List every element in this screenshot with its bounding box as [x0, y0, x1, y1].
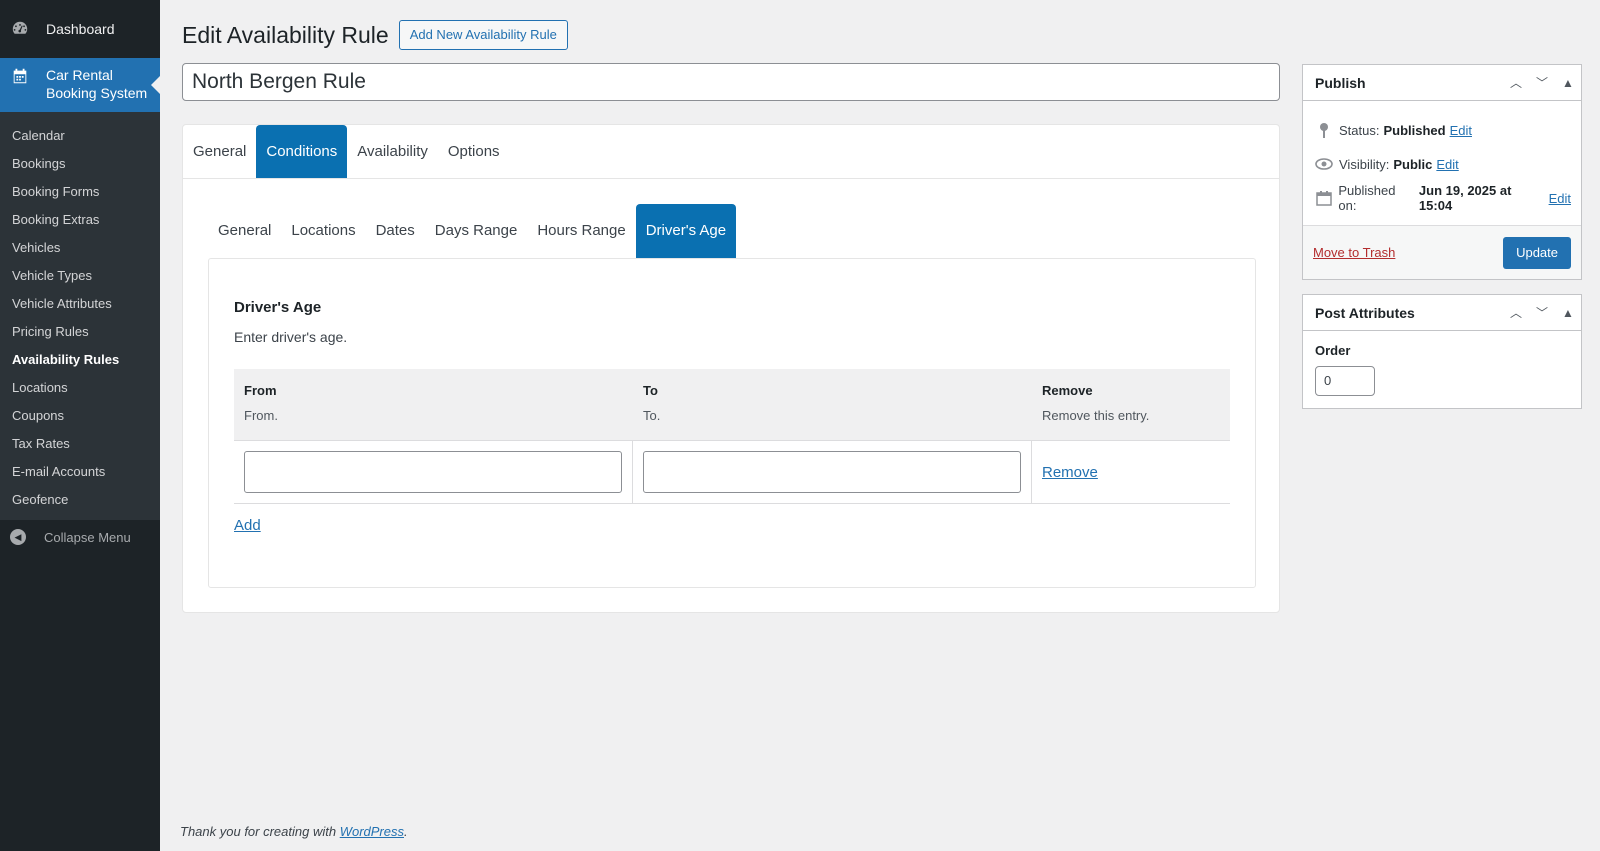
toggle-panel-icon[interactable]: ▲: [1555, 76, 1581, 90]
add-entry-link[interactable]: Add: [234, 517, 261, 534]
sidebar-item-dashboard[interactable]: Dashboard: [0, 0, 160, 58]
sidebar-item-locations[interactable]: Locations: [0, 374, 160, 402]
status-value: Published: [1383, 122, 1446, 138]
collapse-menu-button[interactable]: ◀ Collapse Menu: [0, 520, 160, 554]
publish-box-title: Publish: [1315, 74, 1366, 91]
sidebar-item-vehicle-attributes[interactable]: Vehicle Attributes: [0, 290, 160, 318]
drivers-age-section: Driver's Age Enter driver's age. From Fr…: [208, 258, 1256, 588]
sidebar-item-tax-rates[interactable]: Tax Rates: [0, 430, 160, 458]
sidebar-item-booking-extras[interactable]: Booking Extras: [0, 206, 160, 234]
page-title: Edit Availability Rule: [182, 21, 389, 48]
update-button[interactable]: Update: [1503, 236, 1571, 269]
post-attributes-title: Post Attributes: [1315, 304, 1415, 321]
tab-options[interactable]: Options: [438, 125, 510, 178]
sidebar-item-bookings[interactable]: Bookings: [0, 150, 160, 178]
table-header: From From. To To. Remove Remove this ent…: [234, 369, 1230, 441]
sidebar-item-availability-rules[interactable]: Availability Rules: [0, 346, 160, 374]
sidebar-item-calendar[interactable]: Calendar: [0, 122, 160, 150]
table-row: Remove: [234, 441, 1230, 504]
tab-general[interactable]: General: [183, 125, 256, 178]
visibility-value: Public: [1393, 156, 1433, 172]
move-to-trash-link[interactable]: Move to Trash: [1313, 245, 1395, 260]
column-to: To To.: [643, 383, 661, 423]
dashboard-icon: [10, 19, 30, 39]
main-tabs: General Conditions Availability Options: [183, 125, 1279, 179]
order-input[interactable]: 0: [1315, 366, 1375, 396]
move-up-icon[interactable]: ︿: [1503, 304, 1529, 321]
column-from: From From.: [244, 383, 278, 423]
sidebar-item-coupons[interactable]: Coupons: [0, 402, 160, 430]
move-up-icon[interactable]: ︿: [1503, 74, 1529, 91]
sidebar-item-booking-forms[interactable]: Booking Forms: [0, 178, 160, 206]
page-header: Edit Availability Rule Add New Availabil…: [182, 20, 568, 50]
admin-footer: Thank you for creating with WordPress.: [180, 824, 408, 839]
sidebar-item-label: Car Rental Booking System: [46, 67, 148, 101]
visibility-row: Visibility: Public Edit: [1313, 147, 1571, 181]
post-title-input[interactable]: North Bergen Rule: [182, 63, 1280, 101]
rule-settings-panel: General Conditions Availability Options …: [182, 124, 1280, 613]
from-age-input[interactable]: [244, 451, 622, 493]
remove-entry-link[interactable]: Remove: [1042, 464, 1098, 481]
move-down-icon[interactable]: ﹀: [1529, 304, 1555, 321]
main-content: Edit Availability Rule Add New Availabil…: [160, 0, 1600, 851]
column-remove: Remove Remove this entry.: [1042, 383, 1150, 423]
wordpress-link[interactable]: WordPress: [340, 824, 404, 839]
calendar-icon: [1313, 190, 1334, 206]
sidebar-item-email-accounts[interactable]: E-mail Accounts: [0, 458, 160, 486]
post-attributes-box: Post Attributes ︿ ﹀ ▲ Order 0: [1302, 294, 1582, 409]
sidebar-item-label: Dashboard: [46, 21, 115, 37]
to-age-input[interactable]: [643, 451, 1021, 493]
tab-conditions[interactable]: Conditions: [256, 125, 348, 178]
move-down-icon[interactable]: ﹀: [1529, 74, 1555, 91]
edit-visibility-link[interactable]: Edit: [1436, 157, 1458, 172]
add-new-rule-button[interactable]: Add New Availability Rule: [398, 20, 568, 50]
sidebar-item-pricing-rules[interactable]: Pricing Rules: [0, 318, 160, 346]
section-title: Driver's Age: [234, 299, 322, 316]
toggle-panel-icon[interactable]: ▲: [1555, 306, 1581, 320]
sidebar-item-car-rental[interactable]: Car Rental Booking System: [0, 58, 160, 112]
admin-sidebar: Dashboard Car Rental Booking System Cale…: [0, 0, 160, 851]
subtab-days-range[interactable]: Days Range: [425, 204, 528, 258]
age-range-table: From From. To To. Remove Remove this ent…: [234, 369, 1230, 504]
collapse-arrow-icon: ◀: [10, 529, 26, 545]
sidebar-item-vehicles[interactable]: Vehicles: [0, 234, 160, 262]
sidebar-submenu: Calendar Bookings Booking Forms Booking …: [0, 112, 160, 520]
published-date: Jun 19, 2025 at 15:04: [1418, 183, 1512, 213]
eye-icon: [1313, 158, 1335, 170]
edit-status-link[interactable]: Edit: [1450, 123, 1472, 138]
published-on-row: Published on: Jun 19, 2025 at 15:04 Edit: [1313, 181, 1571, 215]
sidebar-item-vehicle-types[interactable]: Vehicle Types: [0, 262, 160, 290]
subtab-hours-range[interactable]: Hours Range: [527, 204, 635, 258]
subtab-general[interactable]: General: [208, 204, 281, 258]
subtab-locations[interactable]: Locations: [281, 204, 365, 258]
order-label: Order: [1315, 343, 1351, 358]
edit-date-link[interactable]: Edit: [1549, 191, 1571, 206]
publish-box: Publish ︿ ﹀ ▲ Status: Published Edit Vis…: [1302, 64, 1582, 280]
condition-tabs: General Locations Dates Days Range Hours…: [208, 204, 737, 258]
status-row: Status: Published Edit: [1313, 113, 1571, 147]
calendar-icon: [10, 66, 30, 86]
section-description: Enter driver's age.: [234, 329, 348, 345]
subtab-dates[interactable]: Dates: [366, 204, 425, 258]
pin-icon: [1313, 122, 1335, 138]
sidebar-item-geofence[interactable]: Geofence: [0, 486, 160, 514]
tab-availability[interactable]: Availability: [347, 125, 438, 178]
subtab-drivers-age[interactable]: Driver's Age: [635, 204, 737, 258]
